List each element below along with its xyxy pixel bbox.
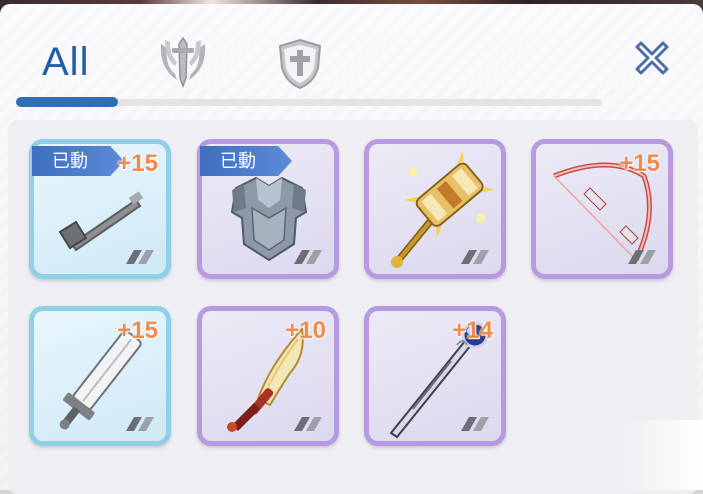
shield-cross-icon[interactable] (272, 34, 328, 92)
item-slot-greatsword[interactable]: +15 (29, 306, 171, 446)
panel-edge-fade (620, 420, 703, 490)
slot-corner-icon (294, 250, 322, 264)
refine-level: +15 (117, 317, 158, 344)
inventory-panel: All 已動 +15 已動 +15 +15 +10 +14 (0, 4, 703, 494)
slot-corner-icon (461, 417, 489, 431)
refine-level: +10 (285, 317, 326, 344)
slot-corner-icon (461, 250, 489, 264)
refine-level: +15 (619, 150, 660, 177)
slot-corner-icon (126, 250, 154, 264)
equipped-badge: 已動 (200, 146, 292, 176)
item-slot-armor[interactable]: 已動 (197, 139, 339, 279)
slot-corner-icon (294, 417, 322, 431)
slot-corner-icon (628, 250, 656, 264)
refine-level: +15 (117, 150, 158, 177)
item-slot-bow[interactable]: +15 (531, 139, 673, 279)
tab-all[interactable]: All (42, 40, 89, 85)
slot-corner-icon (126, 417, 154, 431)
item-slot-dagger[interactable]: +10 (197, 306, 339, 446)
sword-crest-icon[interactable] (155, 34, 211, 92)
tab-active-indicator (16, 97, 118, 107)
close-icon[interactable] (630, 36, 674, 80)
item-grid: 已動 +15 已動 +15 +15 +10 +14 (8, 120, 698, 494)
item-slot-hammer[interactable]: 已動 +15 (29, 139, 171, 279)
item-slot-staff[interactable]: +14 (364, 306, 506, 446)
refine-level: +14 (452, 317, 493, 344)
item-slot-mace[interactable] (364, 139, 506, 279)
equipped-badge: 已動 (32, 146, 124, 176)
